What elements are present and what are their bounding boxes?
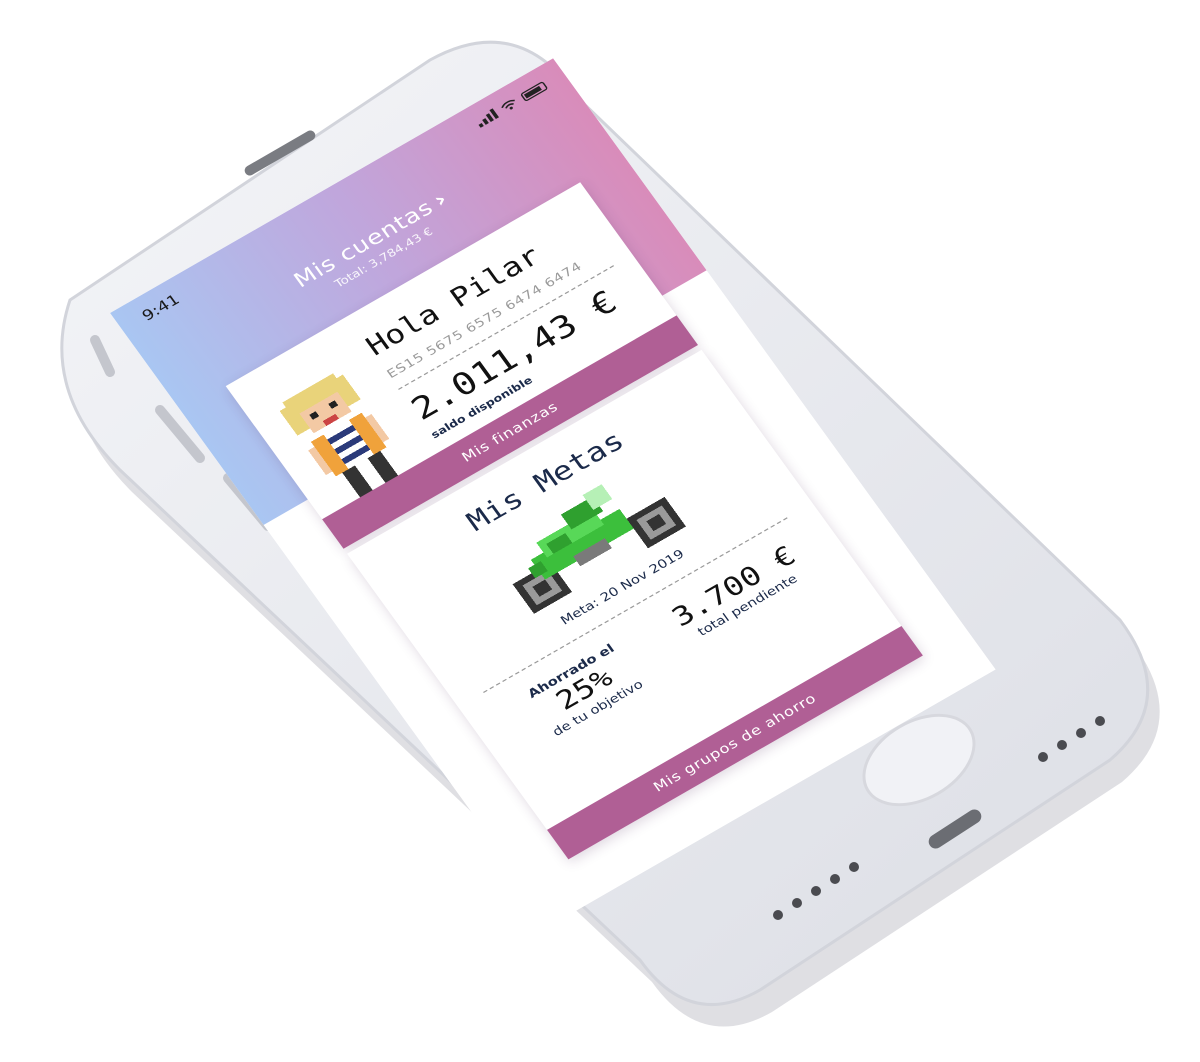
stage: 9:41 Mis cuentas› Total: 3,784,43 € Hola… <box>0 0 1200 1062</box>
pixel-motorbike-icon <box>512 484 686 614</box>
wifi-icon <box>501 99 515 110</box>
status-time: 9:41 <box>138 290 183 325</box>
cellular-signal-icon <box>474 108 500 128</box>
battery-icon <box>519 80 549 102</box>
